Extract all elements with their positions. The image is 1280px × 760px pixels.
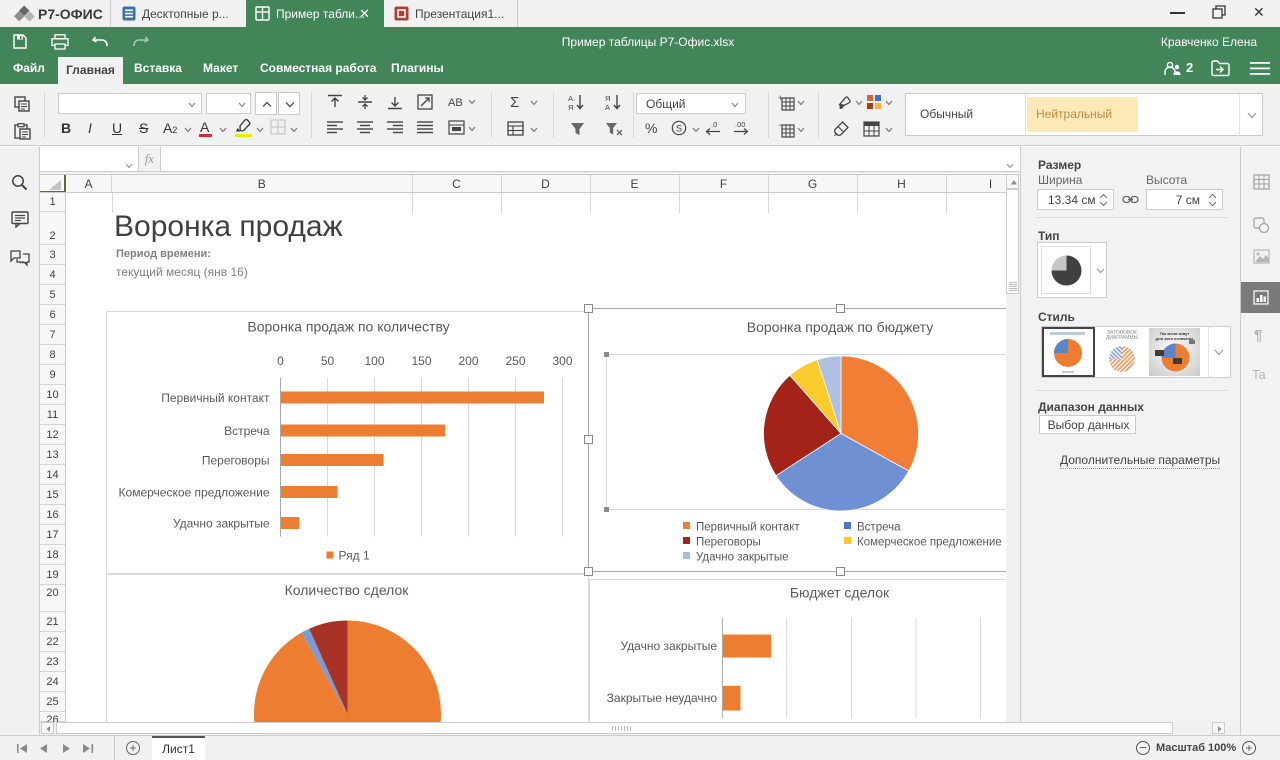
svg-text:Встреча: Встреча — [224, 424, 270, 438]
svg-text:Я: Я — [568, 103, 573, 111]
svg-text:Количество сделок: Количество сделок — [284, 582, 409, 598]
svg-text:А: А — [568, 94, 573, 103]
svg-text:Переговоры: Переговоры — [696, 537, 761, 549]
svg-text:Первичный контакт: Первичный контакт — [161, 391, 270, 405]
svg-text:50: 50 — [320, 354, 334, 368]
svg-text:Удачно закрытые: Удачно закрытые — [172, 517, 269, 531]
svg-text:0: 0 — [277, 354, 284, 368]
svg-text:Удачно закрытые: Удачно закрытые — [620, 639, 717, 653]
svg-text:Переговоры: Переговоры — [201, 454, 269, 468]
svg-text:А: А — [605, 103, 610, 111]
svg-text:300: 300 — [552, 354, 572, 368]
svg-text:AB: AB — [448, 97, 463, 108]
svg-text:Комерческое предложение: Комерческое предложение — [857, 537, 1002, 549]
svg-text:Воронка продаж по количеству: Воронка продаж по количеству — [247, 319, 449, 335]
svg-text:200: 200 — [458, 354, 478, 368]
svg-text:250: 250 — [505, 354, 525, 368]
svg-text:Бюджет сделок: Бюджет сделок — [790, 584, 890, 600]
svg-text:100: 100 — [364, 354, 384, 368]
svg-text:S: S — [676, 124, 682, 134]
svg-text:Удачно закрытые: Удачно закрытые — [696, 552, 788, 564]
svg-text:150: 150 — [411, 354, 431, 368]
svg-text:Я: Я — [605, 94, 610, 103]
svg-text:Первичный контакт: Первичный контакт — [696, 522, 800, 534]
svg-text:.00: .00 — [735, 120, 745, 129]
svg-text:Воронка продаж по бюджету: Воронка продаж по бюджету — [747, 319, 933, 335]
svg-text:.0: .0 — [711, 120, 717, 129]
svg-text:Комерческое предложение: Комерческое предложение — [118, 486, 269, 500]
svg-text:Встреча: Встреча — [857, 522, 901, 534]
svg-text:Закрытые неудачно: Закрытые неудачно — [607, 691, 718, 705]
svg-text:Ряд 1: Ряд 1 — [338, 549, 369, 563]
